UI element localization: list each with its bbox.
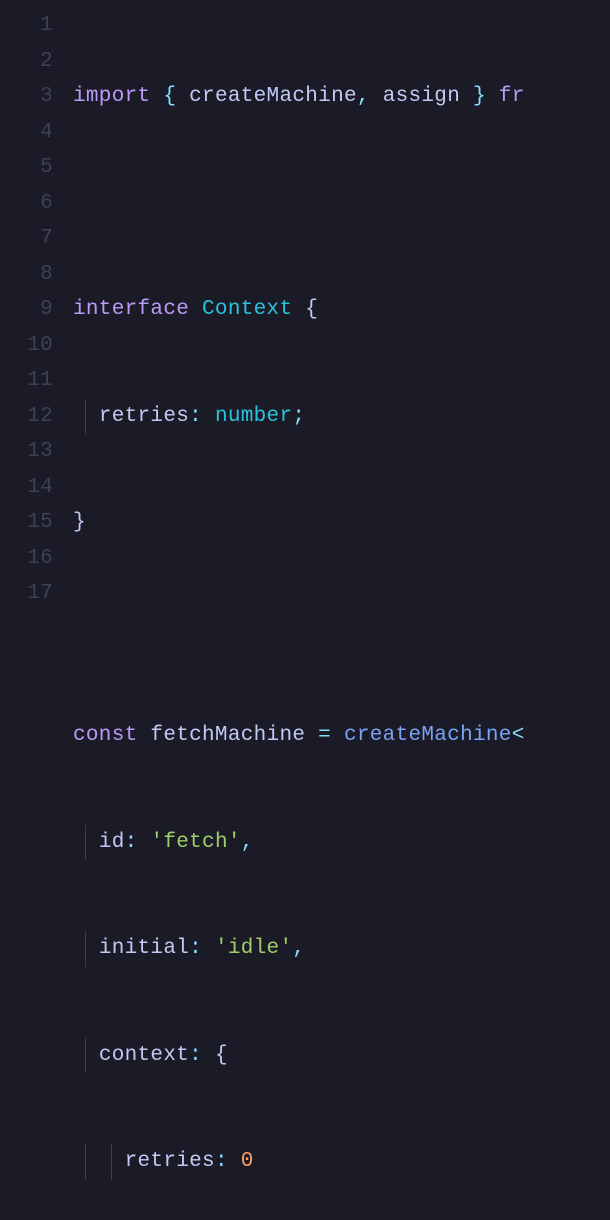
variable: fetchMachine	[150, 724, 305, 747]
identifier: createMachine	[189, 85, 357, 108]
keyword-import: import	[73, 85, 150, 108]
line-number: 14	[0, 470, 53, 506]
property: retries	[125, 1150, 215, 1173]
string: 'idle'	[215, 937, 292, 960]
keyword-interface: interface	[73, 298, 189, 321]
line-number: 10	[0, 328, 53, 364]
line-number: 7	[0, 221, 53, 257]
keyword-const: const	[73, 724, 138, 747]
code-line: context: {	[73, 1038, 610, 1074]
code-area[interactable]: import { createMachine, assign } fr inte…	[73, 0, 610, 610]
code-line: initial: 'idle',	[73, 931, 610, 967]
code-line: id: 'fetch',	[73, 825, 610, 861]
line-number: 8	[0, 257, 53, 293]
number: 0	[241, 1150, 254, 1173]
line-number: 12	[0, 399, 53, 435]
line-number: 2	[0, 44, 53, 80]
code-line: retries: 0	[73, 1144, 610, 1180]
code-line	[73, 186, 610, 222]
function-call: createMachine	[344, 724, 512, 747]
line-number: 15	[0, 505, 53, 541]
line-number: 5	[0, 150, 53, 186]
line-number: 11	[0, 363, 53, 399]
property: id	[99, 831, 125, 854]
property: context	[99, 1044, 189, 1067]
line-number: 1	[0, 8, 53, 44]
line-number: 9	[0, 292, 53, 328]
line-number: 3	[0, 79, 53, 115]
code-editor[interactable]: 1 2 3 4 5 6 7 8 9 10 11 12 13 14 15 16 1…	[0, 0, 610, 610]
line-number: 16	[0, 541, 53, 577]
line-number: 4	[0, 115, 53, 151]
code-line: }	[73, 505, 610, 541]
line-number: 13	[0, 434, 53, 470]
keyword-from: fr	[499, 85, 525, 108]
code-line: const fetchMachine = createMachine<	[73, 718, 610, 754]
code-line: interface Context {	[73, 292, 610, 328]
type: number	[215, 405, 292, 428]
line-number: 17	[0, 576, 53, 612]
property: retries	[99, 405, 189, 428]
code-line: retries: number;	[73, 399, 610, 435]
type-name: Context	[202, 298, 292, 321]
string: 'fetch'	[150, 831, 240, 854]
identifier: assign	[383, 85, 460, 108]
code-line: import { createMachine, assign } fr	[73, 79, 610, 115]
property: initial	[99, 937, 189, 960]
code-line	[73, 612, 610, 648]
line-number-gutter: 1 2 3 4 5 6 7 8 9 10 11 12 13 14 15 16 1…	[0, 0, 73, 610]
line-number: 6	[0, 186, 53, 222]
